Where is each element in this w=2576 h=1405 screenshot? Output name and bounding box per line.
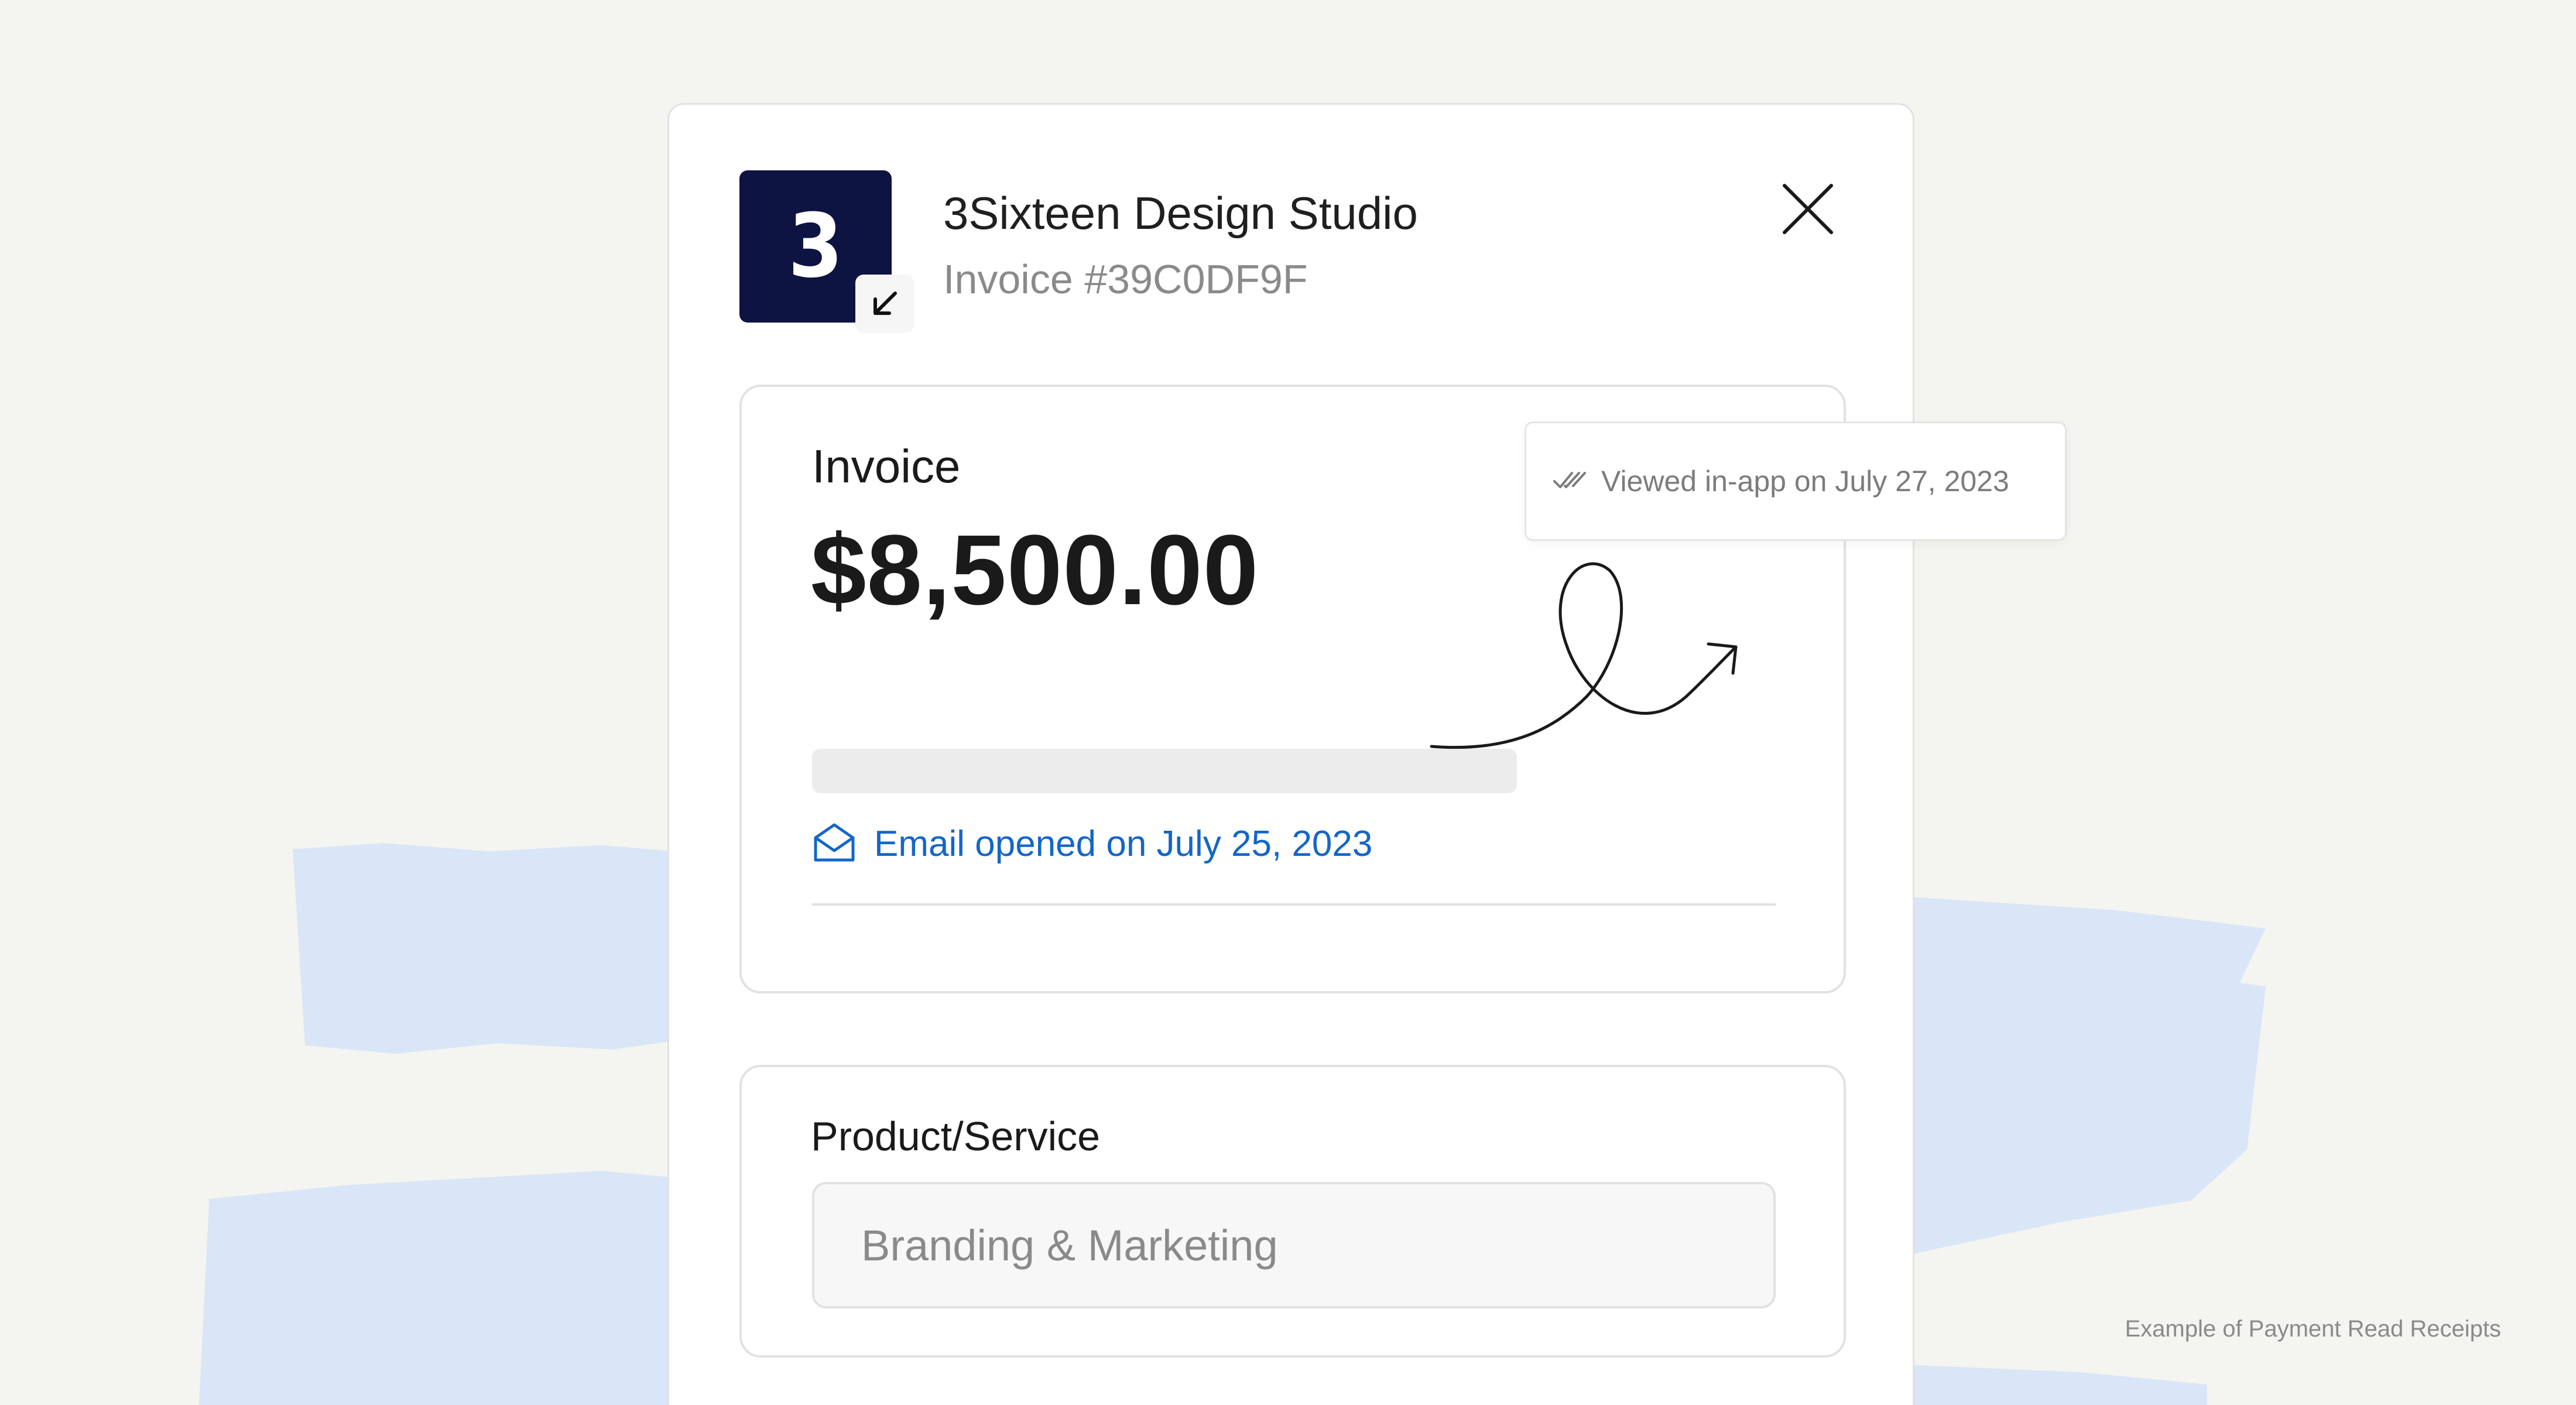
- product-service-field[interactable]: Branding & Marketing: [812, 1182, 1776, 1308]
- product-service-card: Product/Service Branding & Marketing: [739, 1065, 1846, 1358]
- close-icon[interactable]: [1779, 180, 1837, 238]
- brush-stroke-decoration: [1891, 896, 2266, 1259]
- invoice-number: Invoice #39C0DF9F: [943, 256, 1308, 302]
- brush-stroke-decoration: [293, 843, 703, 1054]
- image-caption: Example of Payment Read Receipts: [2125, 1316, 2501, 1342]
- divider: [812, 903, 1776, 906]
- email-status-text: Email opened on July 25, 2023: [874, 824, 1373, 864]
- brush-stroke-decoration: [199, 1171, 703, 1405]
- arrow-down-left-icon: [855, 275, 914, 333]
- invoice-amount: $8,500.00: [811, 515, 1259, 626]
- envelope-open-icon: [812, 820, 857, 868]
- placeholder-bar: [812, 749, 1517, 793]
- read-receipt-text: Viewed in-app on July 27, 2023: [1601, 465, 2009, 498]
- brush-stroke-decoration: [1891, 1364, 2207, 1405]
- company-name: 3Sixteen Design Studio: [943, 187, 1418, 239]
- squiggle-arrow-icon: [1430, 562, 1738, 749]
- product-service-label: Product/Service: [811, 1113, 1101, 1159]
- logo-text: 3: [788, 196, 843, 297]
- read-receipt-tooltip: Viewed in-app on July 27, 2023: [1525, 422, 2067, 541]
- invoice-label: Invoice: [812, 440, 961, 492]
- email-status: Email opened on July 25, 2023: [812, 820, 1372, 868]
- double-check-icon: [1552, 468, 1587, 495]
